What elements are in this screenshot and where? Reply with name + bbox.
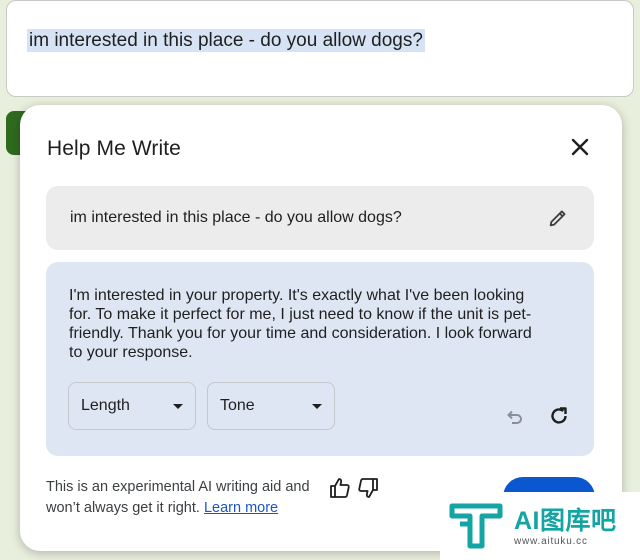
redo-icon <box>551 407 567 424</box>
thumb-up-icon <box>330 478 350 498</box>
pencil-icon <box>549 210 566 227</box>
edit-prompt-button[interactable] <box>546 206 570 230</box>
tone-dropdown[interactable]: Tone <box>207 382 335 430</box>
chevron-down-icon <box>312 403 322 409</box>
watermark: AI图库吧 www.aituku.cc <box>440 492 640 560</box>
prompt-text: im interested in this place - do you all… <box>70 209 402 226</box>
dialog-title: Help Me Write <box>47 137 181 160</box>
undo-icon <box>507 410 522 424</box>
prompt-box: im interested in this place - do you all… <box>46 186 594 250</box>
thumb-down-icon <box>358 478 378 498</box>
watermark-url: www.aituku.cc <box>514 535 588 547</box>
disclaimer: This is an experimental AI writing aid a… <box>46 477 336 519</box>
brand-logo-icon <box>449 503 503 549</box>
length-label: Length <box>81 397 130 414</box>
length-dropdown[interactable]: Length <box>68 382 196 430</box>
result-text: I'm interested in your property. It's ex… <box>69 287 532 361</box>
watermark-text: AI图库吧 www.aituku.cc <box>514 506 617 547</box>
result-box: I'm interested in your property. It's ex… <box>46 262 594 456</box>
close-icon <box>571 138 589 156</box>
selected-text: im interested in this place - do you all… <box>27 29 425 52</box>
thumbs-down-button[interactable] <box>356 476 380 500</box>
close-button[interactable] <box>566 133 594 161</box>
tone-label: Tone <box>220 397 255 414</box>
learn-more-link[interactable]: Learn more <box>204 500 278 516</box>
thumbs-up-button[interactable] <box>328 476 352 500</box>
redo-button[interactable] <box>546 403 572 429</box>
watermark-brand: AI图库吧 <box>514 506 617 535</box>
undo-button[interactable] <box>503 405 527 429</box>
page-textarea[interactable]: im interested in this place - do you all… <box>6 0 634 97</box>
chevron-down-icon <box>173 403 183 409</box>
help-me-write-dialog: Help Me Write im interested in this plac… <box>20 105 622 551</box>
